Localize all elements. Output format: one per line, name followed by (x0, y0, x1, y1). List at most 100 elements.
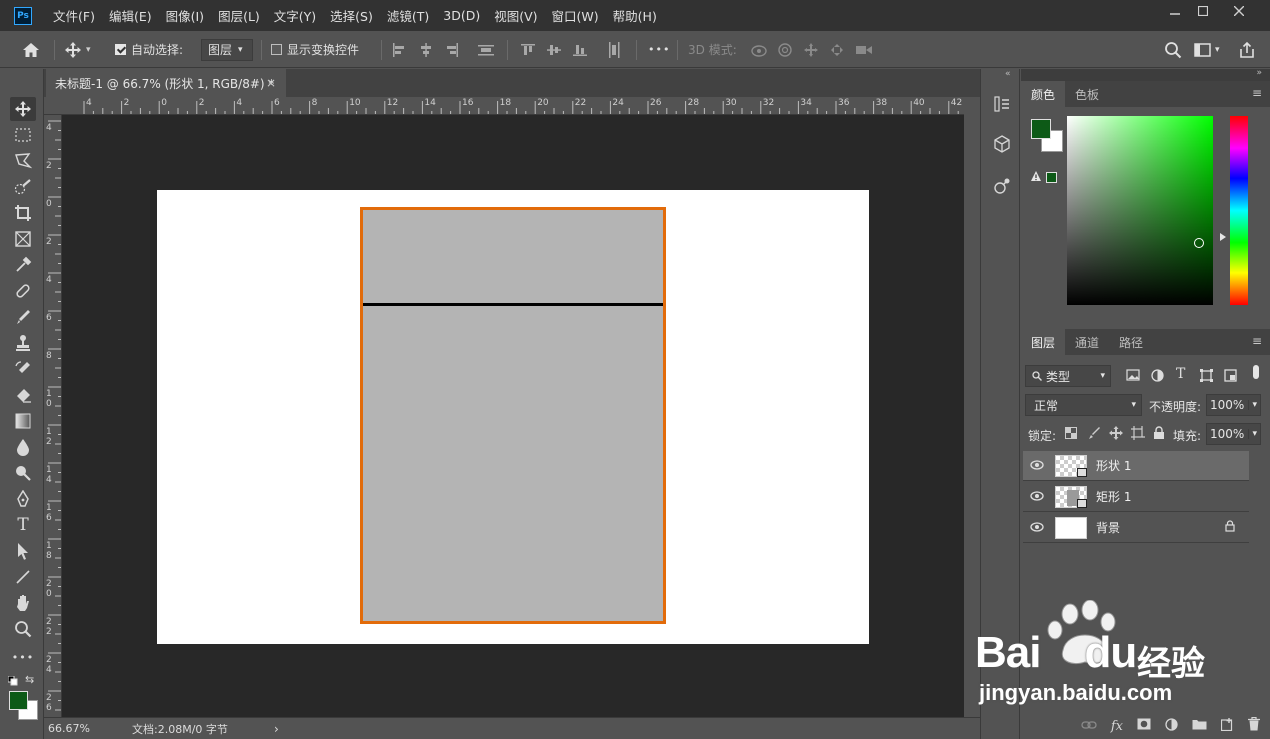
tab-paths[interactable]: 路径 (1109, 329, 1153, 355)
tab-layers[interactable]: 图层 (1021, 329, 1066, 355)
move-tool-preset[interactable]: ▾ (64, 31, 91, 68)
canvas-workspace[interactable] (62, 115, 964, 717)
foreground-color-swatch[interactable] (9, 691, 28, 710)
lock-artboard-button[interactable] (1131, 426, 1145, 443)
3d-panel-button[interactable] (989, 131, 1015, 157)
document-canvas[interactable] (157, 190, 869, 644)
menu-image[interactable]: 图像(I) (159, 6, 211, 25)
filter-pixel-button[interactable] (1126, 369, 1140, 384)
new-layer-icon[interactable] (1220, 717, 1234, 735)
dodge-tool[interactable] (10, 461, 36, 485)
orbit-3d-button[interactable] (750, 31, 768, 68)
layer-filter-select[interactable]: 类型 ▾ (1025, 365, 1111, 387)
line-tool[interactable] (10, 565, 36, 589)
fx-icon[interactable]: fx (1111, 719, 1123, 734)
menu-filter[interactable]: 滤镜(T) (380, 6, 436, 25)
home-button[interactable] (22, 31, 40, 68)
color-panel-foreground-swatch[interactable] (1031, 119, 1051, 139)
layer-row-shape-1[interactable]: 形状 1 (1023, 451, 1249, 481)
filter-shape-button[interactable] (1200, 369, 1213, 385)
close-tab-icon[interactable]: × (266, 76, 276, 90)
lock-transparent-button[interactable] (1065, 427, 1077, 442)
healing-brush-tool[interactable] (10, 279, 36, 303)
collapse-panels-icon[interactable]: » (1256, 68, 1262, 78)
visibility-eye-icon[interactable] (1023, 521, 1051, 535)
distribute-button[interactable] (478, 31, 494, 68)
add-mask-icon[interactable] (1137, 718, 1151, 734)
visibility-eye-icon[interactable] (1023, 490, 1051, 504)
close-window-button[interactable] (1222, 0, 1256, 22)
filter-type-icon[interactable]: T (1176, 366, 1185, 382)
move-tool[interactable] (10, 97, 36, 121)
workspace-button[interactable]: ▾ (1194, 31, 1220, 68)
crop-tool[interactable] (10, 201, 36, 225)
group-folder-icon[interactable] (1192, 718, 1207, 734)
more-options-button[interactable]: ••• (648, 31, 670, 68)
eraser-tool[interactable] (10, 383, 36, 407)
filter-toggle-switch[interactable] (1253, 365, 1259, 379)
align-bottom-button[interactable] (573, 31, 587, 68)
lock-pixels-button[interactable] (1087, 426, 1101, 443)
status-menu-arrow[interactable]: › (274, 722, 279, 736)
panel-menu-icon[interactable]: ≡ (1252, 86, 1262, 100)
tab-swatches[interactable]: 色板 (1065, 81, 1109, 107)
properties-panel-button[interactable] (989, 173, 1015, 199)
menu-3d[interactable]: 3D(D) (436, 8, 487, 23)
more-tools-button[interactable]: ••• (10, 645, 36, 669)
gradient-tool[interactable] (10, 409, 36, 433)
auto-select-checkbox[interactable] (115, 44, 126, 55)
menu-type[interactable]: 文字(Y) (267, 6, 323, 25)
lock-all-button[interactable] (1153, 426, 1165, 443)
quick-select-tool[interactable] (10, 175, 36, 199)
align-top-button[interactable] (521, 31, 535, 68)
scale-3d-button[interactable] (855, 31, 873, 68)
blur-tool[interactable] (10, 435, 36, 459)
tab-color[interactable]: 颜色 (1021, 81, 1066, 107)
hand-tool[interactable] (10, 591, 36, 615)
align-right-button[interactable] (445, 31, 459, 68)
show-transform-toggle[interactable]: 显示变换控件 (271, 31, 359, 68)
distribute-v-button[interactable] (607, 31, 621, 68)
marquee-tool[interactable] (10, 123, 36, 147)
path-selection-tool[interactable] (10, 539, 36, 563)
panel-menu-icon[interactable]: ≡ (1252, 334, 1262, 348)
show-transform-checkbox[interactable] (271, 44, 282, 55)
menu-layer[interactable]: 图层(L) (211, 6, 267, 25)
menu-select[interactable]: 选择(S) (323, 6, 380, 25)
filter-adjustment-button[interactable] (1151, 369, 1164, 385)
eyedropper-tool[interactable] (10, 253, 36, 277)
saturation-value-picker[interactable] (1067, 116, 1213, 305)
pen-tool[interactable] (10, 487, 36, 511)
hue-slider-handle[interactable] (1220, 233, 1226, 241)
rectangle-shape[interactable] (360, 207, 666, 624)
align-left-button[interactable] (392, 31, 406, 68)
share-button[interactable] (1238, 31, 1256, 68)
frame-tool[interactable] (10, 227, 36, 251)
menu-edit[interactable]: 编辑(E) (102, 6, 159, 25)
auto-select-target-select[interactable]: 图层 ▾ (201, 31, 253, 68)
history-brush-tool[interactable] (10, 357, 36, 381)
link-layers-icon[interactable] (1081, 719, 1097, 734)
layer-row-background[interactable]: 背景 (1023, 513, 1249, 543)
zoom-level[interactable]: 66.67% (48, 722, 128, 735)
lasso-tool[interactable] (10, 149, 36, 173)
color-picker-handle[interactable] (1194, 238, 1204, 248)
document-tab[interactable]: 未标题-1 @ 66.7% (形状 1, RGB/8#) * × (46, 69, 286, 97)
slide-3d-button[interactable] (829, 31, 845, 68)
collapse-dock-icon[interactable]: « (1005, 69, 1011, 79)
clone-stamp-tool[interactable] (10, 331, 36, 355)
align-middle-button[interactable] (547, 31, 561, 68)
default-colors-button[interactable] (7, 675, 18, 686)
align-center-h-button[interactable] (419, 31, 433, 68)
menu-file[interactable]: 文件(F) (46, 6, 102, 25)
swap-colors-icon[interactable]: ⇆ (25, 673, 34, 686)
type-tool[interactable]: T (10, 513, 36, 537)
zoom-tool[interactable] (10, 617, 36, 641)
history-panel-button[interactable] (989, 91, 1015, 117)
gamut-swatch[interactable] (1046, 172, 1057, 183)
fill-input[interactable]: 100% ▾ (1206, 423, 1261, 445)
search-button[interactable] (1164, 31, 1182, 68)
opacity-input[interactable]: 100% ▾ (1206, 394, 1261, 416)
visibility-eye-icon[interactable] (1023, 459, 1051, 473)
lock-position-button[interactable] (1109, 426, 1123, 443)
